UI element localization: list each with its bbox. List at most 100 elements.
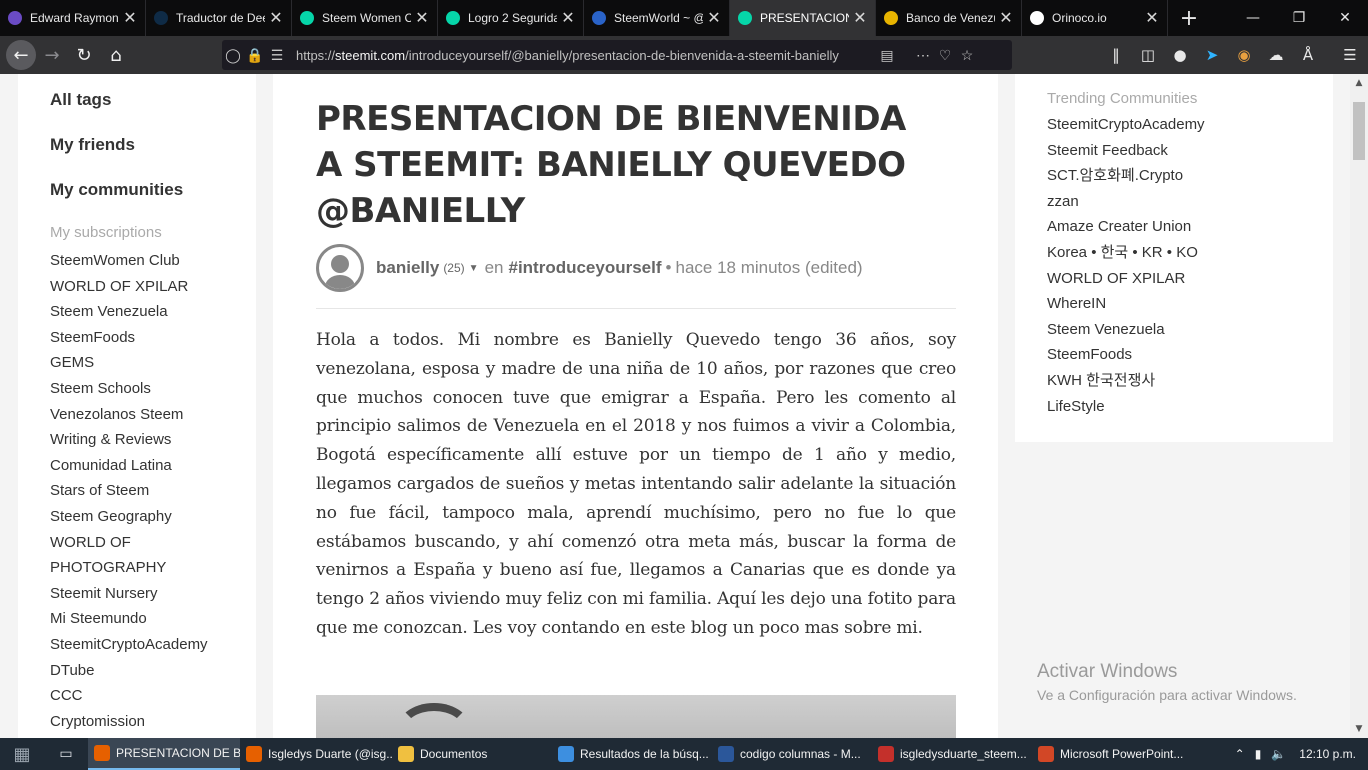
back-icon[interactable]: ← bbox=[6, 40, 36, 70]
trending-community-item[interactable]: LifeStyle bbox=[1047, 394, 1205, 420]
tab-close-icon[interactable]: ✕ bbox=[269, 8, 283, 28]
tag-link[interactable]: #introduceyourself bbox=[508, 258, 661, 278]
tab-close-icon[interactable]: ✕ bbox=[853, 8, 867, 28]
trending-community-item[interactable]: Steem Venezuela bbox=[1047, 317, 1205, 343]
subscription-item[interactable]: Cryptomission bbox=[50, 709, 208, 735]
tab-close-icon[interactable]: ✕ bbox=[415, 8, 429, 28]
scroll-down-icon[interactable]: ▼ bbox=[1350, 720, 1368, 738]
avatar[interactable] bbox=[316, 244, 364, 292]
extension-icon[interactable]: Å bbox=[1292, 46, 1324, 64]
battery-icon[interactable]: ▮ bbox=[1255, 747, 1262, 761]
sidebar-icon[interactable]: ◫ bbox=[1132, 46, 1164, 64]
page-actions-icon[interactable]: ⋯ bbox=[912, 47, 934, 64]
bookmark-star-icon[interactable]: ☆ bbox=[956, 47, 978, 64]
subscription-item[interactable]: WORLD OF bbox=[50, 530, 208, 556]
permissions-icon[interactable]: ☰ bbox=[266, 47, 288, 64]
trending-community-item[interactable]: WORLD OF XPILAR bbox=[1047, 266, 1205, 292]
browser-tab[interactable]: SteemWorld ~ @ ✕ bbox=[584, 0, 730, 36]
forward-icon[interactable]: → bbox=[36, 39, 68, 71]
url-bar[interactable]: ◯ 🔒 ☰ https://steemit.com/introduceyours… bbox=[222, 40, 1012, 70]
browser-tab[interactable]: Traductor de Deepl ✕ bbox=[146, 0, 292, 36]
restore-icon[interactable]: ❐ bbox=[1276, 0, 1322, 36]
scroll-up-icon[interactable]: ▲ bbox=[1350, 74, 1368, 92]
subscription-item[interactable]: CCC bbox=[50, 683, 208, 709]
trending-community-item[interactable]: WhereIN bbox=[1047, 291, 1205, 317]
subscription-item[interactable]: SteemWomen Club bbox=[50, 248, 208, 274]
chevron-up-icon[interactable]: ⌃ bbox=[1235, 747, 1245, 761]
lock-icon[interactable]: 🔒 bbox=[244, 47, 266, 64]
trending-community-item[interactable]: Korea • 한국 • KR • KO bbox=[1047, 240, 1205, 266]
taskbar-app[interactable]: Microsoft PowerPoint... bbox=[1032, 738, 1200, 770]
subscription-item[interactable]: Venezolanos Steem bbox=[50, 402, 208, 428]
my-friends-link[interactable]: My friends bbox=[50, 135, 135, 155]
subscription-item[interactable]: Steem Venezuela bbox=[50, 299, 208, 325]
taskbar-app[interactable]: Resultados de la búsq... bbox=[552, 738, 712, 770]
taskbar-app[interactable]: codigo columnas - M... bbox=[712, 738, 872, 770]
browser-tab[interactable]: Steem Women Club ✕ bbox=[292, 0, 438, 36]
subscription-item[interactable]: DTube bbox=[50, 658, 208, 684]
speaker-icon[interactable]: 🔈 bbox=[1271, 747, 1286, 761]
pocket-icon[interactable]: ♡ bbox=[934, 47, 956, 64]
shield-icon[interactable]: ◯ bbox=[222, 47, 244, 64]
reader-view-icon[interactable]: ▤ bbox=[876, 47, 898, 64]
chevron-down-icon[interactable]: ▼ bbox=[469, 263, 479, 274]
trending-community-item[interactable]: Amaze Creater Union bbox=[1047, 214, 1205, 240]
trending-community-item[interactable]: SteemFoods bbox=[1047, 342, 1205, 368]
browser-tab-strip: Edward Raymond✕Traductor de Deepl✕Steem … bbox=[0, 0, 1368, 36]
post-image[interactable] bbox=[316, 695, 956, 738]
task-view-icon[interactable]: ▭ bbox=[44, 738, 88, 770]
windows-start-icon[interactable]: ▦ bbox=[0, 738, 44, 770]
new-tab-button[interactable]: + bbox=[1168, 0, 1210, 36]
browser-tab[interactable]: Logro 2 Seguridad ✕ bbox=[438, 0, 584, 36]
subscription-item[interactable]: GEMS bbox=[50, 350, 208, 376]
minimize-icon[interactable]: — bbox=[1230, 0, 1276, 36]
home-icon[interactable]: ⌂ bbox=[100, 39, 132, 71]
scrollbar-thumb[interactable] bbox=[1353, 102, 1365, 160]
tab-close-icon[interactable]: ✕ bbox=[707, 8, 721, 28]
taskbar-app[interactable]: Isgledys Duarte (@isg... bbox=[240, 738, 392, 770]
app-icon bbox=[94, 745, 110, 761]
close-window-icon[interactable]: ✕ bbox=[1322, 0, 1368, 36]
trending-community-item[interactable]: zzan bbox=[1047, 189, 1205, 215]
subscription-item[interactable]: SteemFoods bbox=[50, 325, 208, 351]
reload-icon[interactable]: ↻ bbox=[68, 39, 100, 71]
extension-icon[interactable]: ☁ bbox=[1260, 46, 1292, 64]
subscription-item[interactable]: Steem Schools bbox=[50, 376, 208, 402]
tab-close-icon[interactable]: ✕ bbox=[1145, 8, 1159, 28]
account-icon[interactable]: ● bbox=[1164, 46, 1196, 64]
author-link[interactable]: banielly bbox=[376, 258, 439, 278]
trending-community-item[interactable]: Steemit Feedback bbox=[1047, 138, 1205, 164]
browser-tab[interactable]: PRESENTACION DE ✕ bbox=[730, 0, 876, 36]
library-icon[interactable]: ‖ bbox=[1100, 46, 1132, 64]
url-text[interactable]: https://steemit.com/introduceyourself/@b… bbox=[296, 48, 876, 63]
tab-close-icon[interactable]: ✕ bbox=[123, 8, 137, 28]
tab-close-icon[interactable]: ✕ bbox=[561, 8, 575, 28]
tab-close-icon[interactable]: ✕ bbox=[999, 8, 1013, 28]
subscription-item[interactable]: Stars of Steem bbox=[50, 478, 208, 504]
menu-icon[interactable]: ☰ bbox=[1334, 46, 1366, 64]
subscription-item[interactable]: Mi Steemundo bbox=[50, 606, 208, 632]
trending-community-item[interactable]: SteemitCryptoAcademy bbox=[1047, 112, 1205, 138]
clock[interactable]: 12:10 p.m. bbox=[1299, 747, 1356, 761]
window-controls: — ❐ ✕ bbox=[1230, 0, 1368, 36]
subscription-item[interactable]: SteemitCryptoAcademy bbox=[50, 632, 208, 658]
subscription-item[interactable]: PHOTOGRAPHY bbox=[50, 555, 208, 581]
subscription-item[interactable]: WORLD OF XPILAR bbox=[50, 274, 208, 300]
subscription-item[interactable]: Comunidad Latina bbox=[50, 453, 208, 479]
taskbar-app[interactable]: isgledysduarte_steem... bbox=[872, 738, 1032, 770]
extension-icon[interactable]: ➤ bbox=[1196, 46, 1228, 64]
trending-community-item[interactable]: SCT.암호화폐.Crypto bbox=[1047, 163, 1205, 189]
taskbar-app[interactable]: PRESENTACION DE BI... bbox=[88, 738, 240, 770]
browser-tab[interactable]: Orinoco.io ✕ bbox=[1022, 0, 1168, 36]
all-tags-link[interactable]: All tags bbox=[50, 90, 111, 110]
browser-tab[interactable]: Banco de Venezuela ✕ bbox=[876, 0, 1022, 36]
my-communities-link[interactable]: My communities bbox=[50, 180, 183, 200]
extension-icon[interactable]: ◉ bbox=[1228, 46, 1260, 64]
subscription-item[interactable]: Steem Geography bbox=[50, 504, 208, 530]
page-scrollbar[interactable]: ▲ ▼ bbox=[1350, 74, 1368, 738]
trending-community-item[interactable]: KWH 한국전쟁사 bbox=[1047, 368, 1205, 394]
subscription-item[interactable]: Writing & Reviews bbox=[50, 427, 208, 453]
browser-tab[interactable]: Edward Raymond ✕ bbox=[0, 0, 146, 36]
taskbar-app[interactable]: Documentos bbox=[392, 738, 552, 770]
subscription-item[interactable]: Steemit Nursery bbox=[50, 581, 208, 607]
